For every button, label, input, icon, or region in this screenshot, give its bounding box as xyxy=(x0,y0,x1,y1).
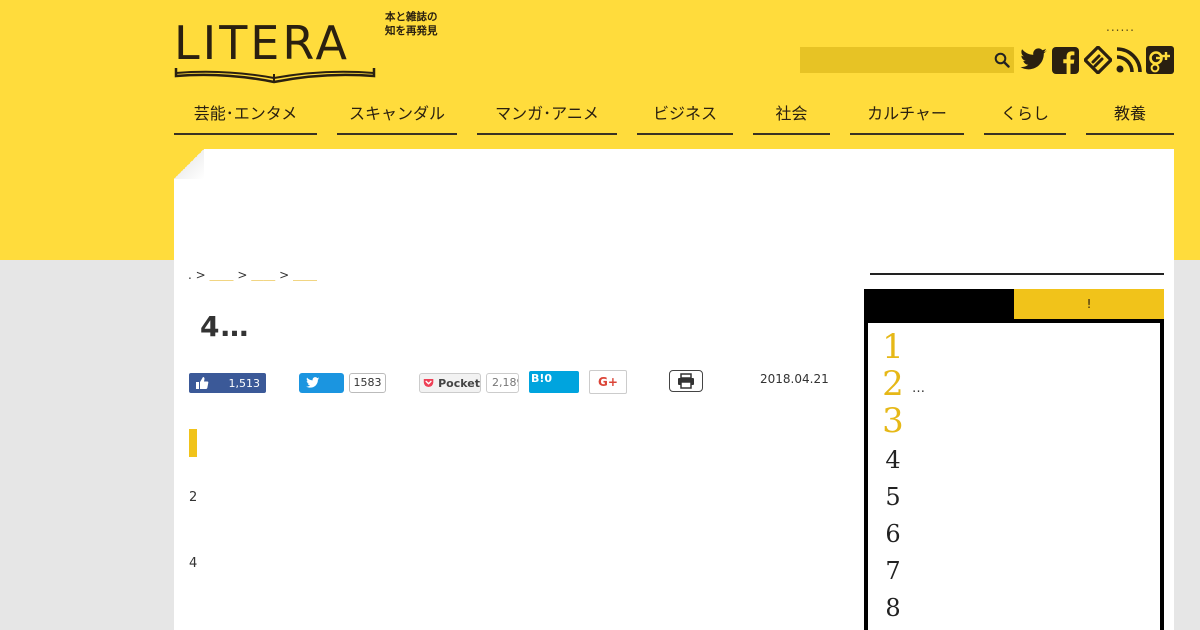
rank-number: 6 xyxy=(885,520,901,548)
rank-number: 7 xyxy=(885,557,901,585)
twitter-icon xyxy=(306,377,320,388)
breadcrumb-home[interactable]: . xyxy=(188,268,192,282)
nav-item-manga-anime[interactable]: マンガ･アニメ xyxy=(477,101,617,135)
nav-item-entertainment[interactable]: 芸能･エンタメ xyxy=(174,101,317,135)
breadcrumb-link[interactable]: ＿＿ xyxy=(210,268,234,282)
breadcrumb-separator: > xyxy=(279,268,290,282)
rank-title: … xyxy=(912,381,925,396)
hatena-count: 0 xyxy=(544,372,553,385)
rss-icon xyxy=(1116,47,1142,73)
card-corner-fold xyxy=(174,149,204,179)
nav-item-scandal[interactable]: スキャンダル xyxy=(337,101,457,135)
tagline-line2: 知を再発見 xyxy=(385,25,438,37)
search-button[interactable] xyxy=(990,47,1014,73)
hatena-bookmark-button[interactable]: B!0 xyxy=(529,371,579,393)
google-plus-link[interactable] xyxy=(1146,46,1174,74)
google-plus-button[interactable]: G+ xyxy=(589,370,627,394)
logo-tagline: 本と雑誌の 知を再発見 xyxy=(385,10,455,38)
nav-item-education[interactable]: 教養 xyxy=(1086,101,1174,135)
rank-number: 1 xyxy=(882,327,904,367)
ranking-item[interactable]: 5 xyxy=(882,482,1152,519)
breadcrumb-link[interactable]: ＿＿ xyxy=(251,268,275,282)
sidebar-divider xyxy=(870,273,1164,275)
rank-number: 2 xyxy=(882,364,904,404)
article-title: 4… xyxy=(200,310,250,343)
nav-item-business[interactable]: ビジネス xyxy=(637,101,733,135)
ranking-item[interactable]: 2 … xyxy=(882,364,1152,405)
site-logo[interactable]: LITERA 本と雑誌の 知を再発見 xyxy=(174,11,454,86)
ranking-item[interactable]: 4 xyxy=(882,445,1152,482)
breadcrumb-separator: > xyxy=(195,268,206,282)
ranking-item[interactable]: 8 xyxy=(882,593,1152,630)
twitter-icon xyxy=(1020,48,1047,70)
main-nav: 芸能･エンタメ スキャンダル マンガ･アニメ ビジネス 社会 カルチャー くらし… xyxy=(174,101,1174,135)
ranking-item[interactable]: 3 xyxy=(882,401,1152,442)
ranking-item[interactable]: 1 xyxy=(882,327,1152,368)
feedly-link[interactable] xyxy=(1084,46,1112,74)
nav-item-culture[interactable]: カルチャー xyxy=(850,101,964,135)
logo-wordmark: LITERA xyxy=(174,16,350,70)
search-icon xyxy=(994,52,1010,68)
hatena-label: B! xyxy=(531,372,545,385)
pocket-count: 2,189 xyxy=(486,373,519,393)
facebook-like-count: 1,513 xyxy=(228,376,261,390)
rss-link[interactable] xyxy=(1115,46,1143,74)
twitter-link[interactable] xyxy=(1020,46,1048,74)
search-input[interactable] xyxy=(800,47,990,73)
breadcrumb: . > ＿＿ > ＿＿ > ＿＿ xyxy=(188,266,317,283)
rank-number: 8 xyxy=(885,594,901,622)
tagline-line1: 本と雑誌の xyxy=(385,11,438,23)
pocket-icon xyxy=(423,379,434,387)
google-plus-icon xyxy=(1146,46,1174,74)
section-accent-bar xyxy=(189,429,197,457)
pocket-label: Pocket xyxy=(438,376,480,390)
ranking-item[interactable]: 6 xyxy=(882,519,1152,556)
thumbs-up-icon xyxy=(196,377,209,389)
nav-item-lifestyle[interactable]: くらし xyxy=(984,101,1066,135)
ranking-tab-secondary[interactable]: ! xyxy=(1014,289,1164,319)
ranking-list: 1 2 … 3 4 5 6 7 8 xyxy=(864,319,1164,630)
breadcrumb-link[interactable]: ＿＿ xyxy=(293,268,317,282)
pocket-button[interactable]: Pocket xyxy=(419,373,481,393)
rank-number: 4 xyxy=(885,446,901,474)
article-date: 2018.04.21 xyxy=(760,372,829,386)
print-button[interactable] xyxy=(669,370,703,392)
rank-number: 5 xyxy=(885,483,901,511)
facebook-icon xyxy=(1051,46,1079,74)
tweet-count: 1583 xyxy=(349,373,386,393)
ranking-tab-primary[interactable] xyxy=(864,289,1014,319)
printer-icon xyxy=(678,373,694,389)
logo-book-icon xyxy=(174,68,376,84)
facebook-link[interactable] xyxy=(1051,46,1079,74)
nav-item-society[interactable]: 社会 xyxy=(753,101,830,135)
facebook-like-button[interactable]: 1,513 xyxy=(189,373,266,393)
article-paragraph: 2 xyxy=(189,490,198,505)
tweet-button[interactable] xyxy=(299,373,344,393)
breadcrumb-separator: > xyxy=(237,268,248,282)
feedly-icon xyxy=(1084,46,1112,74)
language-menu[interactable]: ...... xyxy=(1106,20,1135,34)
ranking-item[interactable]: 7 xyxy=(882,556,1152,593)
article-paragraph: 4 xyxy=(189,556,198,571)
rank-number: 3 xyxy=(882,401,904,441)
